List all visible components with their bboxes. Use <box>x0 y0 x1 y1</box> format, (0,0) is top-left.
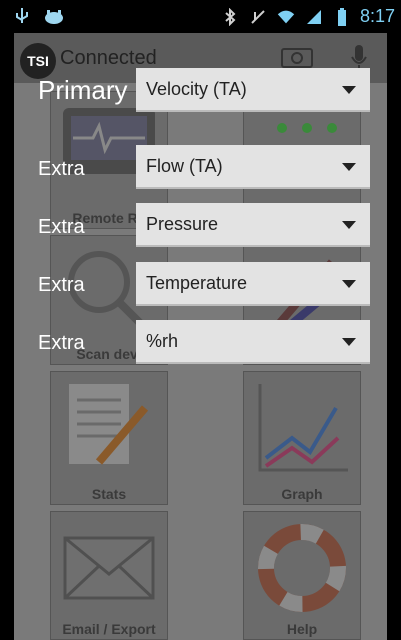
email-label: Email / Export <box>62 621 156 637</box>
help-tile[interactable]: Help <box>243 511 361 640</box>
extra-label-2: Extra <box>38 216 85 238</box>
connection-status: Connected <box>60 47 157 69</box>
android-icon <box>44 6 64 26</box>
chevron-down-icon <box>342 221 356 229</box>
signal-icon <box>304 7 324 27</box>
chevron-down-icon <box>342 86 356 94</box>
chevron-down-icon <box>342 280 356 288</box>
extra-label-3: Extra <box>38 274 85 296</box>
extra-select-1-value: Flow (TA) <box>146 155 223 176</box>
extra-select-4[interactable]: %rh <box>136 320 370 364</box>
camera-icon[interactable] <box>280 45 314 69</box>
envelope-icon <box>63 536 155 600</box>
lifebuoy-icon <box>258 524 346 612</box>
help-label: Help <box>286 621 318 637</box>
extra-select-2-value: Pressure <box>146 213 219 234</box>
primary-select-value: Velocity (TA) <box>146 78 247 99</box>
status-bar: 8:17 <box>0 0 401 33</box>
graph-icon <box>258 384 348 472</box>
battery-icon <box>332 7 352 27</box>
email-tile[interactable]: Email / Export <box>50 511 168 640</box>
stats-tile[interactable]: Stats <box>50 371 168 505</box>
mute-icon <box>248 7 268 27</box>
graph-tile[interactable]: Graph <box>243 371 361 505</box>
extra-select-1[interactable]: Flow (TA) <box>136 145 370 189</box>
primary-select[interactable]: Velocity (TA) <box>136 68 370 112</box>
tsi-logo-icon: TSI <box>20 43 56 79</box>
extra-select-3[interactable]: Temperature <box>136 262 370 306</box>
bluetooth-icon <box>220 7 240 27</box>
extra-label-4: Extra <box>38 332 85 354</box>
graph-label: Graph <box>281 486 323 502</box>
extra-select-3-value: Temperature <box>146 272 248 293</box>
extra-select-4-value: %rh <box>146 330 179 351</box>
extra-select-2[interactable]: Pressure <box>136 203 370 247</box>
chevron-down-icon <box>342 338 356 346</box>
extra-label-1: Extra <box>38 158 85 180</box>
clock: 8:17 <box>359 6 395 26</box>
document-pencil-icon <box>69 384 149 465</box>
wifi-icon <box>276 7 296 27</box>
primary-label: Primary <box>38 75 128 105</box>
stats-label: Stats <box>91 486 127 502</box>
usb-icon <box>12 6 32 26</box>
chevron-down-icon <box>342 163 356 171</box>
